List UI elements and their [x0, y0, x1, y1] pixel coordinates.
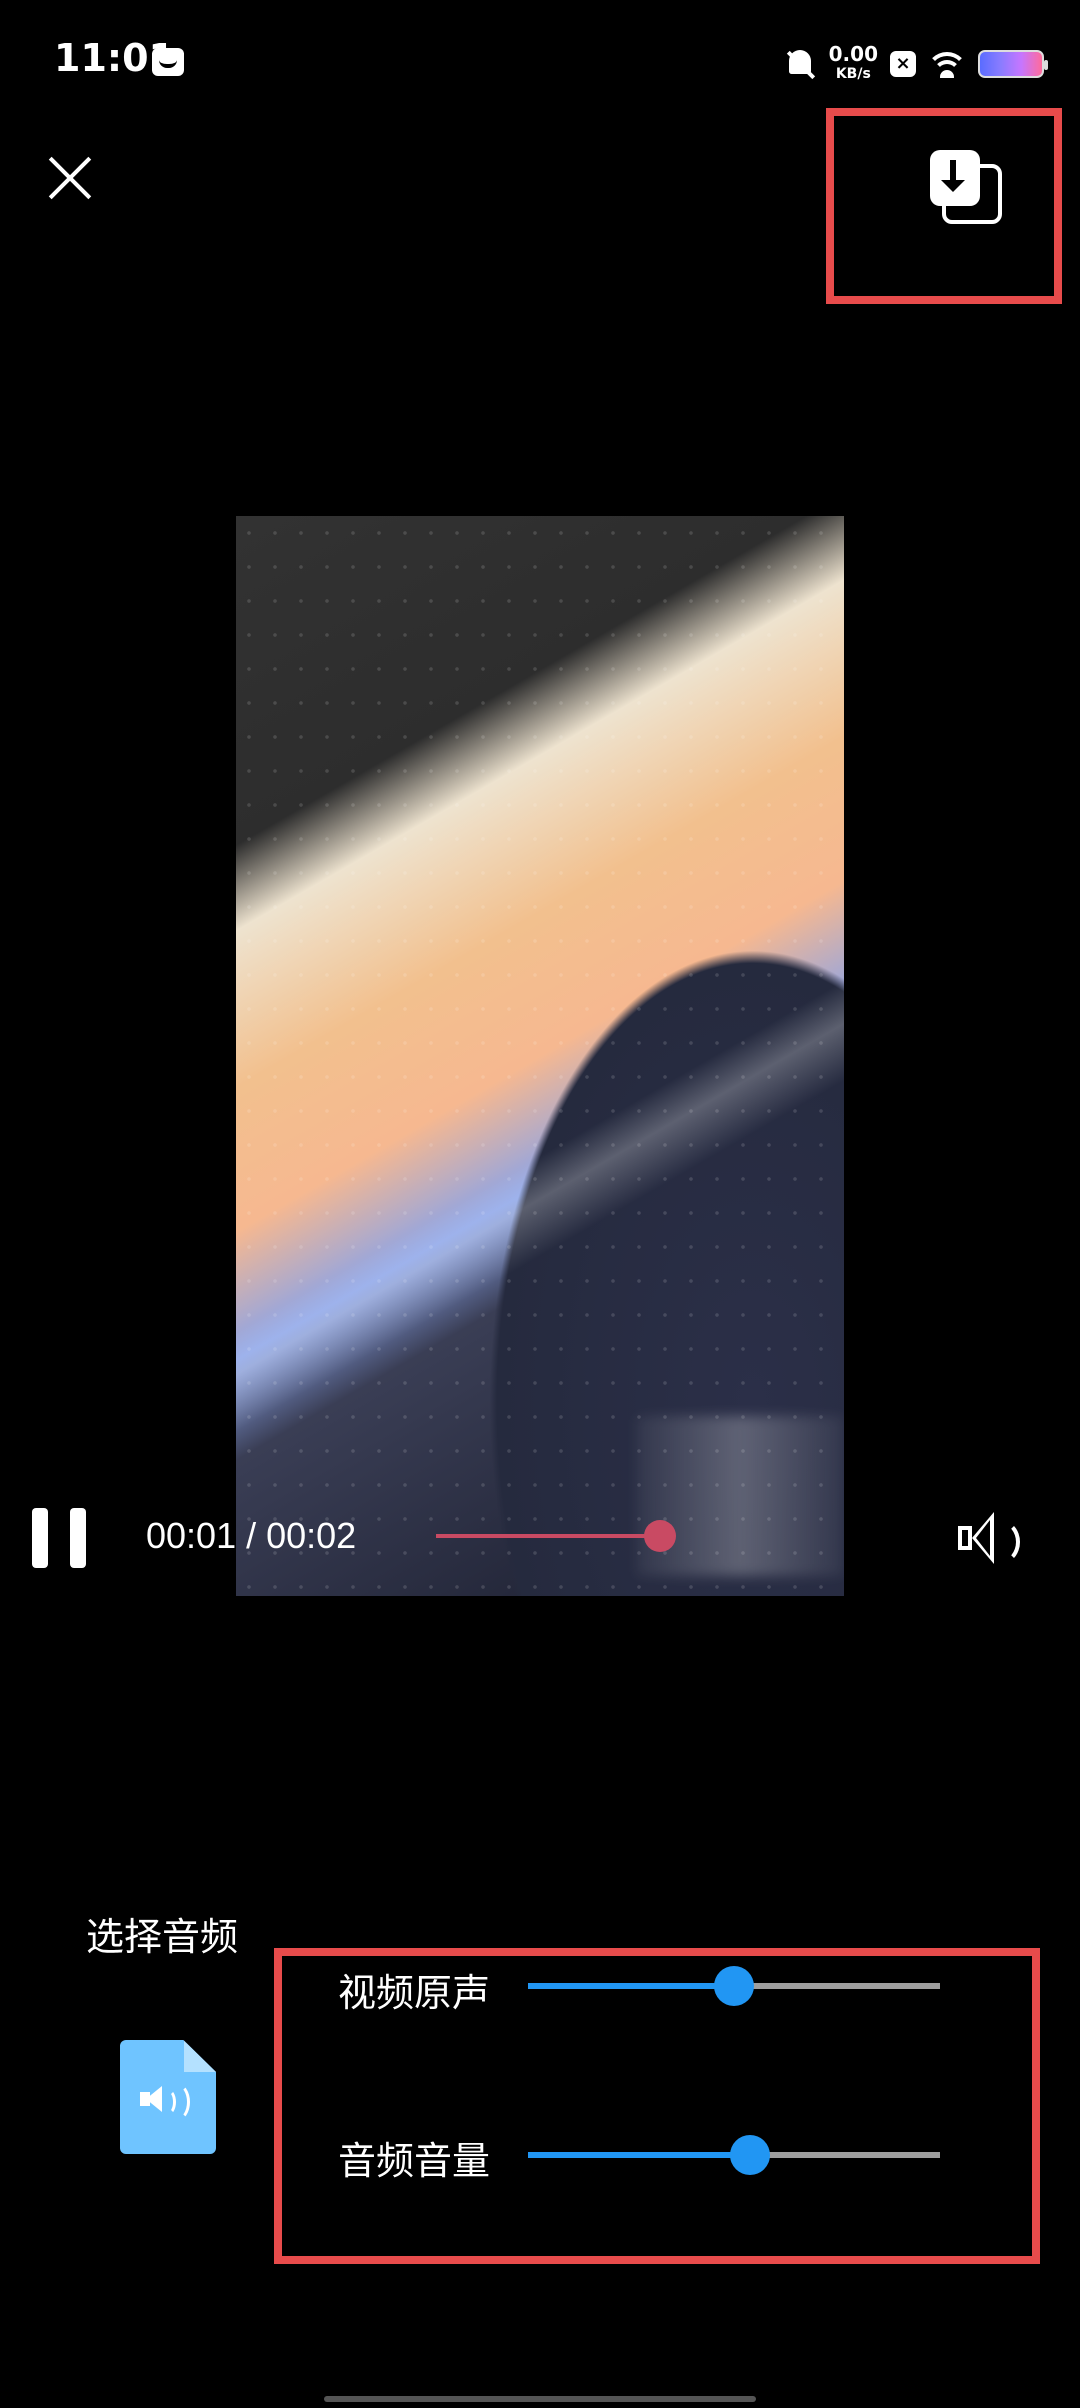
time-separator: /: [236, 1515, 267, 1556]
select-audio-title: 选择音频: [86, 1915, 239, 1959]
battery-icon: [978, 50, 1048, 78]
message-icon: [152, 48, 184, 76]
network-speed: 0.00 KB/s: [829, 44, 878, 84]
time-display: 00:01 / 00:02: [146, 1515, 356, 1557]
wifi-icon: [928, 50, 966, 78]
home-indicator[interactable]: [324, 2396, 756, 2402]
speaker-icon[interactable]: [956, 1508, 1020, 1568]
blurred-watermark: [636, 1416, 844, 1576]
x-box-icon: ×: [890, 51, 916, 77]
status-icons: 0.00 KB/s ×: [783, 36, 1048, 92]
video-preview[interactable]: [236, 516, 844, 1596]
highlight-box-save: [826, 108, 1062, 304]
network-speed-unit: KB/s: [835, 66, 871, 82]
pause-icon[interactable]: [32, 1508, 88, 1568]
close-icon[interactable]: [44, 152, 96, 204]
current-time: 00:01: [146, 1515, 237, 1556]
duration: 00:02: [266, 1515, 357, 1556]
progress-thumb[interactable]: [644, 1520, 676, 1552]
audio-file-icon[interactable]: [120, 2040, 216, 2154]
highlight-box-volume: [274, 1948, 1040, 2264]
bell-muted-icon: [783, 47, 817, 81]
network-speed-value: 0.00: [828, 42, 878, 66]
playback-progress-bar[interactable]: [436, 1520, 676, 1552]
